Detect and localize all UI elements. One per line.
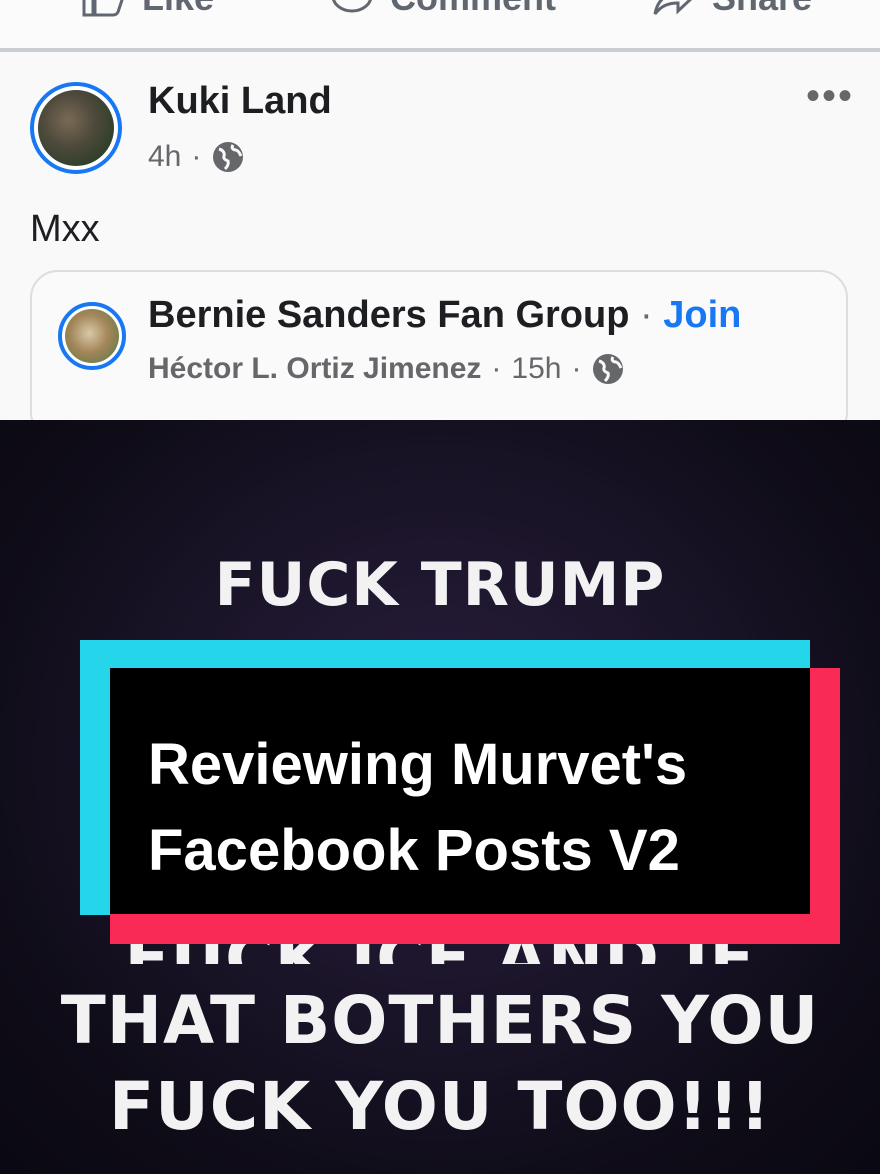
author-name[interactable]: Kuki Land — [148, 80, 332, 123]
globe-icon — [213, 142, 244, 172]
post-action-bar: Like Comment Share — [0, 0, 880, 52]
overlay-title-line-1: Reviewing Murvet's — [148, 732, 688, 797]
post-time[interactable]: 4h — [148, 140, 181, 174]
image-text-line-3: THAT BOTHERS YOU — [60, 982, 820, 1059]
shared-poster-name[interactable]: Héctor L. Ortiz Jimenez — [148, 352, 481, 386]
shared-group-line: Bernie Sanders Fan Group · Join — [148, 294, 741, 337]
like-label: Like — [142, 0, 214, 19]
post-body-text: Mxx — [30, 208, 100, 250]
join-group-link[interactable]: Join — [663, 294, 741, 336]
comment-bubble-icon — [332, 0, 372, 13]
image-text-line-4: FUCK YOU TOO!!! — [109, 1068, 771, 1145]
post-meta: 4h · — [148, 140, 245, 174]
author-avatar[interactable] — [30, 82, 122, 174]
like-button[interactable]: Like — [82, 0, 214, 18]
meta-separator: · — [191, 140, 202, 173]
share-button[interactable]: Share — [652, 0, 812, 18]
shared-post-time[interactable]: 15h — [511, 352, 561, 386]
globe-icon — [593, 354, 624, 384]
group-avatar[interactable] — [58, 302, 126, 370]
comment-button[interactable]: Comment — [330, 0, 556, 18]
share-arrow-icon — [653, 0, 692, 15]
share-label: Share — [712, 0, 812, 19]
shared-post-meta: Héctor L. Ortiz Jimenez · 15h · — [148, 352, 625, 386]
overlay-title-line-2: Facebook Posts V2 — [148, 818, 680, 883]
overlay-title: Reviewing Murvet's Facebook Posts V2 — [148, 722, 788, 894]
shared-meta-separator-2: · — [571, 352, 582, 385]
shared-meta-separator: · — [491, 352, 502, 385]
image-text-line-1: FUCK TRUMP — [214, 550, 666, 620]
group-separator: · — [640, 294, 653, 336]
comment-label: Comment — [390, 0, 556, 19]
thumbs-up-icon — [82, 0, 124, 17]
more-options-icon[interactable]: ••• — [806, 76, 854, 116]
group-name[interactable]: Bernie Sanders Fan Group — [148, 294, 629, 336]
